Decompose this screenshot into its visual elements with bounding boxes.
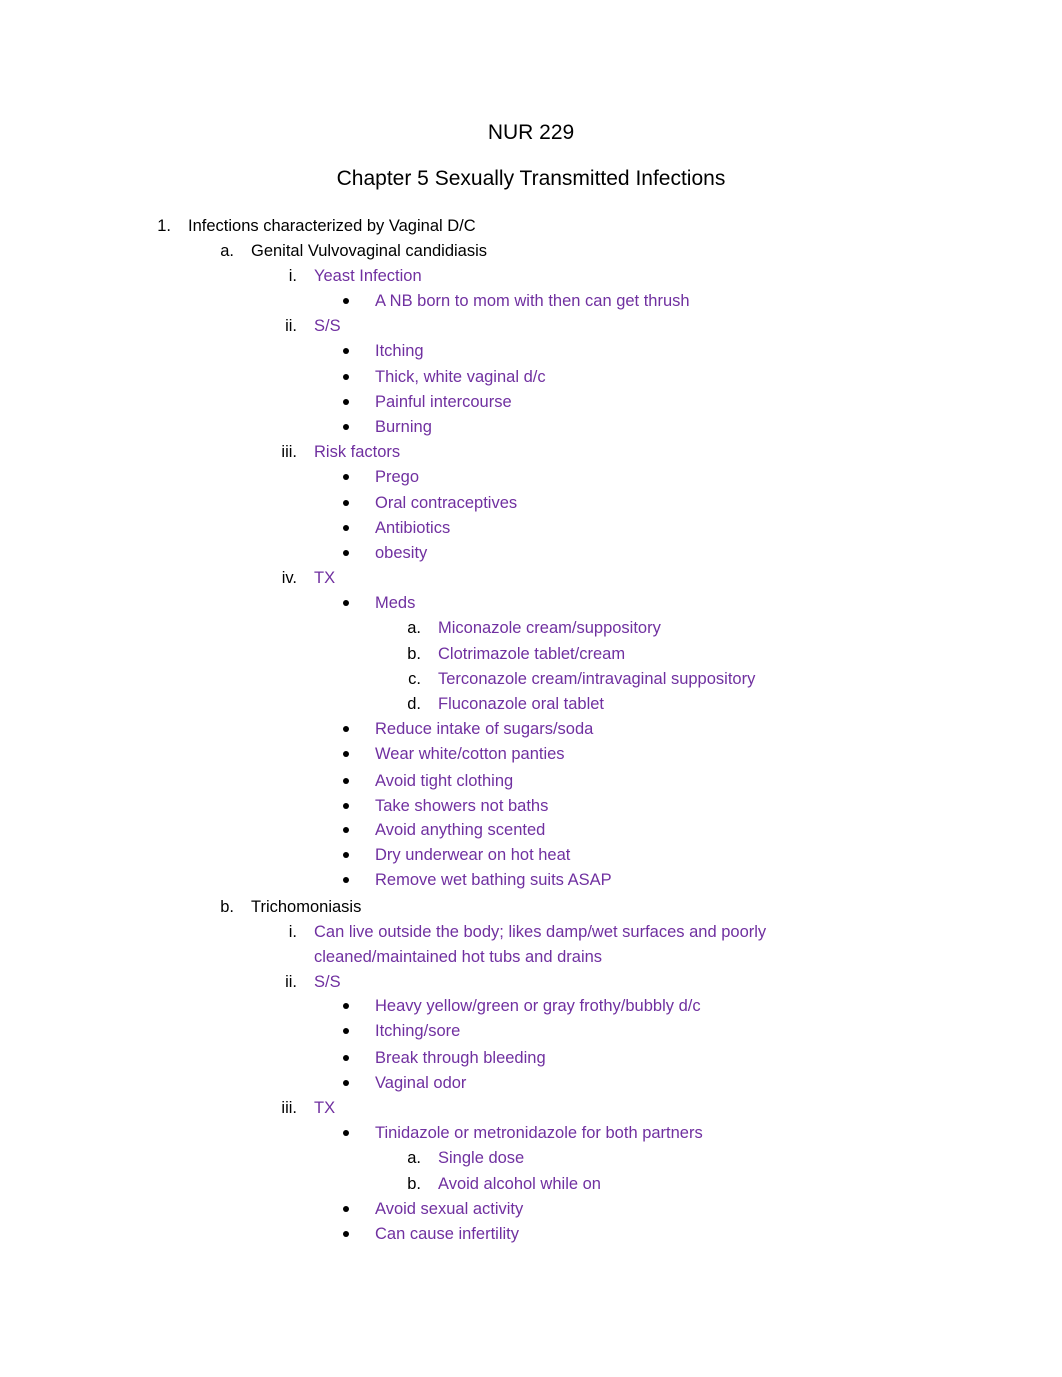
bullet-icon [343, 1080, 349, 1086]
outline-item-text: Miconazole cream/suppository [438, 619, 661, 637]
document-page: NUR 229 Chapter 5 Sexually Transmitted I… [0, 0, 1062, 1377]
outline-item-text: Dry underwear on hot heat [375, 846, 571, 864]
course-title: NUR 229 [487, 121, 575, 144]
bullet-icon [343, 803, 349, 809]
outline-item-text: Single dose [438, 1149, 525, 1167]
outline-item-text: Can cause infertility [375, 1225, 519, 1243]
outline-item-text: TX [314, 1099, 336, 1117]
outline-item-text: S/S [314, 973, 341, 991]
list-marker: a. [407, 619, 421, 637]
bullet-icon [343, 348, 349, 354]
outline-item-text: Can live outside the body; likes damp/we… [314, 923, 767, 941]
bullet-icon [343, 726, 349, 732]
outline-item-text: Risk factors [314, 443, 401, 461]
outline-item-text: S/S [314, 317, 341, 335]
bullet-icon [343, 1055, 349, 1061]
bullet-icon [343, 1206, 349, 1212]
list-marker: a. [220, 242, 234, 260]
outline-item-text: Genital Vulvovaginal candidiasis [251, 242, 488, 260]
outline-item-text: TX [314, 569, 336, 587]
outline-item-text: Yeast Infection [314, 267, 422, 285]
outline-item-text: cleaned/maintained hot tubs and drains [314, 948, 603, 966]
bullet-icon [343, 778, 349, 784]
bullet-icon [343, 1231, 349, 1237]
list-marker: i. [288, 267, 297, 285]
bullet-icon [343, 877, 349, 883]
outline-item-text: Wear white/cotton panties [375, 745, 565, 763]
bullet-icon [343, 298, 349, 304]
outline-item-text: Itching [375, 342, 424, 360]
outline-item-text: Clotrimazole tablet/cream [438, 645, 626, 663]
bullet-icon [343, 1028, 349, 1034]
outline-item-text: Avoid tight clothing [375, 772, 514, 790]
outline-item-text: Thick, white vaginal d/c [375, 368, 546, 386]
outline-item-text: A NB born to mom with then can get thrus… [375, 292, 690, 310]
outline-item-text: Burning [375, 418, 432, 436]
outline-item-text: Tinidazole or metronidazole for both par… [375, 1124, 703, 1142]
outline-item-text: Remove wet bathing suits ASAP [375, 871, 612, 889]
list-marker: iii. [281, 443, 297, 461]
outline-item-text: Vaginal odor [375, 1074, 467, 1092]
bullet-icon [343, 852, 349, 858]
outline-item-text: Itching/sore [375, 1022, 461, 1040]
list-marker: c. [408, 670, 421, 688]
list-marker: i. [288, 923, 297, 941]
list-marker: d. [407, 695, 421, 713]
outline-item-text: Avoid alcohol while on [438, 1175, 601, 1193]
bullet-icon [343, 600, 349, 606]
bullet-icon [343, 1003, 349, 1009]
list-marker: ii. [285, 317, 297, 335]
bullet-icon [343, 474, 349, 480]
outline-item-text: Break through bleeding [375, 1049, 546, 1067]
list-marker: iv. [281, 569, 297, 587]
bullet-icon [343, 500, 349, 506]
outline-item-text: Antibiotics [375, 519, 451, 537]
chapter-title: Chapter 5 Sexually Transmitted Infection… [336, 167, 726, 190]
outline-item-text: Reduce intake of sugars/soda [375, 720, 594, 738]
outline-item-text: Oral contraceptives [375, 494, 518, 512]
list-marker: 1. [157, 217, 171, 235]
list-marker: ii. [285, 973, 297, 991]
bullet-icon [343, 424, 349, 430]
bullet-icon [343, 550, 349, 556]
bullet-icon [343, 1130, 349, 1136]
bullet-icon [343, 751, 349, 757]
outline-item-text: Terconazole cream/intravaginal supposito… [438, 670, 756, 688]
list-marker: b. [407, 645, 421, 663]
list-marker: iii. [281, 1099, 297, 1117]
bullet-icon [343, 374, 349, 380]
outline-item-text: obesity [375, 544, 428, 562]
bullet-icon [343, 525, 349, 531]
list-marker: b. [220, 898, 234, 916]
outline-item-text: Painful intercourse [375, 393, 512, 411]
outline-item-text: Heavy yellow/green or gray frothy/bubbly… [375, 997, 701, 1015]
outline-item-text: Avoid sexual activity [375, 1200, 524, 1218]
outline-item-text: Prego [375, 468, 420, 486]
outline-item-text: Meds [375, 594, 416, 612]
outline-item-text: Trichomoniasis [251, 898, 362, 916]
outline-item-text: Infections characterized by Vaginal D/C [188, 217, 476, 235]
bullet-icon [343, 827, 349, 833]
outline-item-text: Avoid anything scented [375, 821, 546, 839]
outline-item-text: Take showers not baths [375, 797, 549, 815]
list-marker: a. [407, 1149, 421, 1167]
outline-item-text: Fluconazole oral tablet [438, 695, 605, 713]
bullet-icon [343, 399, 349, 405]
list-marker: b. [407, 1175, 421, 1193]
